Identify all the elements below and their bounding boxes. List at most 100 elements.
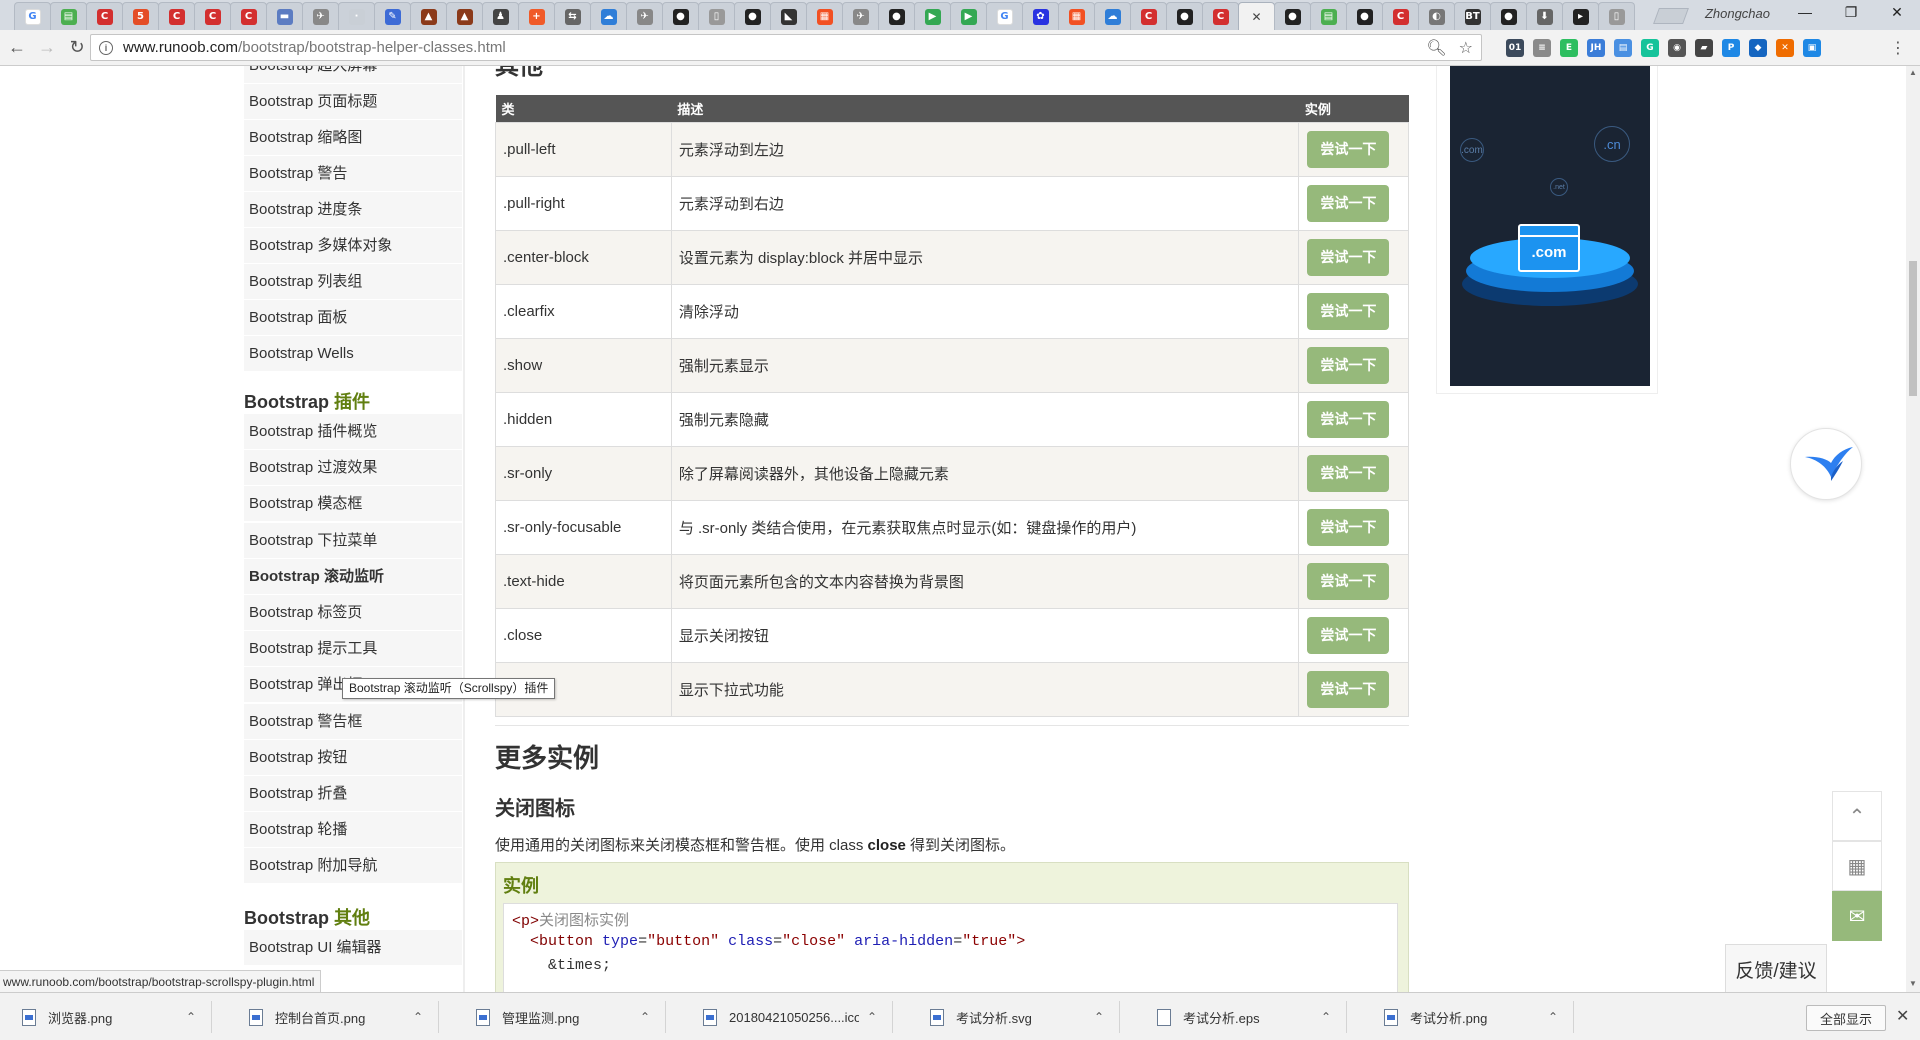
url-text[interactable]: www.runoob.com/bootstrap/bootstrap-helpe… <box>123 39 506 56</box>
scrollbar-thumb[interactable] <box>1909 261 1917 396</box>
browser-tab[interactable]: ▦ <box>806 2 843 30</box>
feedback-button[interactable]: 反馈/建议 <box>1725 944 1827 992</box>
browser-tab[interactable]: + <box>518 2 555 30</box>
minimize-button[interactable]: — <box>1782 4 1828 20</box>
sidebar-item[interactable]: Bootstrap 标签页 <box>244 595 462 631</box>
try-it-button[interactable]: 尝试一下 <box>1307 184 1390 222</box>
sidebar-item[interactable]: Bootstrap 警告框 <box>244 703 462 740</box>
download-item[interactable]: 控制台首页.png ⌃ <box>227 1001 439 1033</box>
sidebar-item[interactable]: Bootstrap 警告 <box>244 156 462 192</box>
evernote-extension-icon[interactable]: E <box>1560 39 1578 57</box>
grammarly-extension-icon[interactable]: G <box>1641 39 1659 57</box>
sidebar-item[interactable]: Bootstrap 过渡效果 <box>244 450 462 487</box>
browser-tab[interactable]: · <box>338 2 375 30</box>
menu-icon[interactable]: ⋮ <box>1890 38 1906 58</box>
scroll-up-arrow-icon[interactable]: ▲ <box>1909 68 1917 77</box>
orange-extension-icon[interactable]: ✕ <box>1776 39 1794 57</box>
sidebar-item[interactable]: Bootstrap 提示工具 <box>244 631 462 668</box>
domain-ad-banner[interactable]: .com .net .cn .com <box>1450 66 1650 386</box>
show-all-button[interactable]: 全部显示 <box>1806 1005 1886 1031</box>
chat-extension-icon[interactable]: ◉ <box>1668 39 1686 57</box>
browser-tab[interactable]: ⇆ <box>554 2 591 30</box>
download-item[interactable]: 20180421050256....ico ⌃ <box>681 1001 893 1033</box>
browser-tab[interactable]: ● <box>878 2 915 30</box>
chevron-up-icon[interactable]: ⌃ <box>640 1010 650 1024</box>
blue-extension-icon[interactable]: ▣ <box>1803 39 1821 57</box>
browser-tab[interactable]: C <box>158 2 195 30</box>
browser-tab[interactable]: ▶ <box>914 2 951 30</box>
sidebar-item[interactable]: Bootstrap 滚动监听 <box>244 558 462 595</box>
chevron-up-icon[interactable]: ⌃ <box>1548 1010 1558 1024</box>
browser-tab[interactable]: ● <box>662 2 699 30</box>
address-bar[interactable]: i www.runoob.com/bootstrap/bootstrap-hel… <box>90 34 1482 61</box>
list-extension-icon[interactable]: ≡ <box>1533 39 1551 57</box>
back-to-top-chevron-icon[interactable]: ⌃ <box>1832 791 1882 841</box>
browser-tab[interactable]: C <box>86 2 123 30</box>
video-extension-icon[interactable]: ▰ <box>1695 39 1713 57</box>
sidebar-item[interactable]: Bootstrap 列表组 <box>244 264 462 300</box>
zoom-icon[interactable]: 🔍︎ <box>1426 38 1446 58</box>
star-icon[interactable]: ☆ <box>1459 38 1473 58</box>
browser-tab[interactable]: BT <box>1454 2 1491 30</box>
sidebar-item[interactable]: Bootstrap Wells <box>244 336 462 372</box>
sidebar-item[interactable]: Bootstrap 按钮 <box>244 739 462 776</box>
browser-tab[interactable]: ✈ <box>302 2 339 30</box>
browser-tab[interactable]: ● <box>1490 2 1527 30</box>
page-scrollbar[interactable]: ▲ ▼ <box>1906 66 1920 992</box>
scroll-down-arrow-icon[interactable]: ▼ <box>1909 979 1917 988</box>
mail-icon[interactable]: ✉ <box>1832 891 1882 941</box>
download-item[interactable]: 考试分析.eps ⌃ <box>1135 1001 1347 1033</box>
sidebar-item[interactable]: Bootstrap 面板 <box>244 300 462 336</box>
try-it-button[interactable]: 尝试一下 <box>1307 616 1390 654</box>
browser-tab[interactable]: ✈ <box>626 2 663 30</box>
gem-extension-icon[interactable]: ◆ <box>1749 39 1767 57</box>
browser-tab[interactable]: C <box>1130 2 1167 30</box>
browser-tab[interactable]: ✿ <box>1022 2 1059 30</box>
browser-tab[interactable]: G <box>14 2 51 30</box>
sidebar-item[interactable]: Bootstrap 附加导航 <box>244 848 462 885</box>
browser-tab[interactable]: ✈ <box>842 2 879 30</box>
browser-tab[interactable]: ☁ <box>590 2 627 30</box>
browser-tab[interactable]: ▲ <box>446 2 483 30</box>
browser-tab[interactable]: C <box>1382 2 1419 30</box>
forward-arrow-icon[interactable]: → <box>32 37 62 58</box>
jh-extension-icon[interactable]: JH <box>1587 39 1605 57</box>
browser-tab[interactable]: ✎ <box>374 2 411 30</box>
sidebar-item[interactable]: Bootstrap 模态框 <box>244 486 462 523</box>
try-it-button[interactable]: 尝试一下 <box>1307 292 1390 330</box>
download-item[interactable]: 管理监测.png ⌃ <box>454 1001 666 1033</box>
browser-tab[interactable]: ⬇ <box>1526 2 1563 30</box>
chevron-up-icon[interactable]: ⌃ <box>1094 1010 1104 1024</box>
new-tab-button[interactable] <box>1653 8 1689 24</box>
reload-icon[interactable]: ↻ <box>62 37 92 58</box>
browser-tab[interactable]: ▬ <box>266 2 303 30</box>
browser-tab[interactable]: ● <box>1166 2 1203 30</box>
sidebar-item[interactable]: Bootstrap 下拉菜单 <box>244 522 462 559</box>
sidebar-item[interactable]: Bootstrap 折叠 <box>244 776 462 812</box>
browser-tab[interactable]: ▤ <box>1310 2 1347 30</box>
browser-tab[interactable]: C <box>230 2 267 30</box>
browser-tab[interactable]: ▸ <box>1562 2 1599 30</box>
browser-tab[interactable]: ● <box>1346 2 1383 30</box>
browser-tab[interactable]: ☁ <box>1094 2 1131 30</box>
sidebar-item[interactable]: Bootstrap 超大屏幕 <box>244 66 462 84</box>
browser-tab[interactable]: ✕ <box>1238 2 1275 30</box>
browser-tab[interactable]: ● <box>1274 2 1311 30</box>
browser-tab[interactable]: 5 <box>122 2 159 30</box>
browser-tab[interactable]: ▦ <box>1058 2 1095 30</box>
browser-tab[interactable]: ▲ <box>410 2 447 30</box>
browser-tab[interactable]: ◣ <box>770 2 807 30</box>
chevron-up-icon[interactable]: ⌃ <box>186 1010 196 1024</box>
try-it-button[interactable]: 尝试一下 <box>1307 508 1390 546</box>
close-download-bar-icon[interactable]: ✕ <box>1896 1006 1909 1026</box>
download-item[interactable]: 浏览器.png ⌃ <box>0 1001 212 1033</box>
try-it-button[interactable]: 尝试一下 <box>1307 346 1390 384</box>
chevron-up-icon[interactable]: ⌃ <box>867 1010 877 1024</box>
browser-tab[interactable]: ◐ <box>1418 2 1455 30</box>
browser-tab[interactable]: ▤ <box>50 2 87 30</box>
restore-button[interactable]: ❐ <box>1828 4 1874 21</box>
counter-extension-icon[interactable]: 01 <box>1506 39 1524 57</box>
browser-tab[interactable]: ▶ <box>950 2 987 30</box>
doc-extension-icon[interactable]: ▤ <box>1614 39 1632 57</box>
qr-code-icon[interactable]: ▦ <box>1832 841 1882 891</box>
